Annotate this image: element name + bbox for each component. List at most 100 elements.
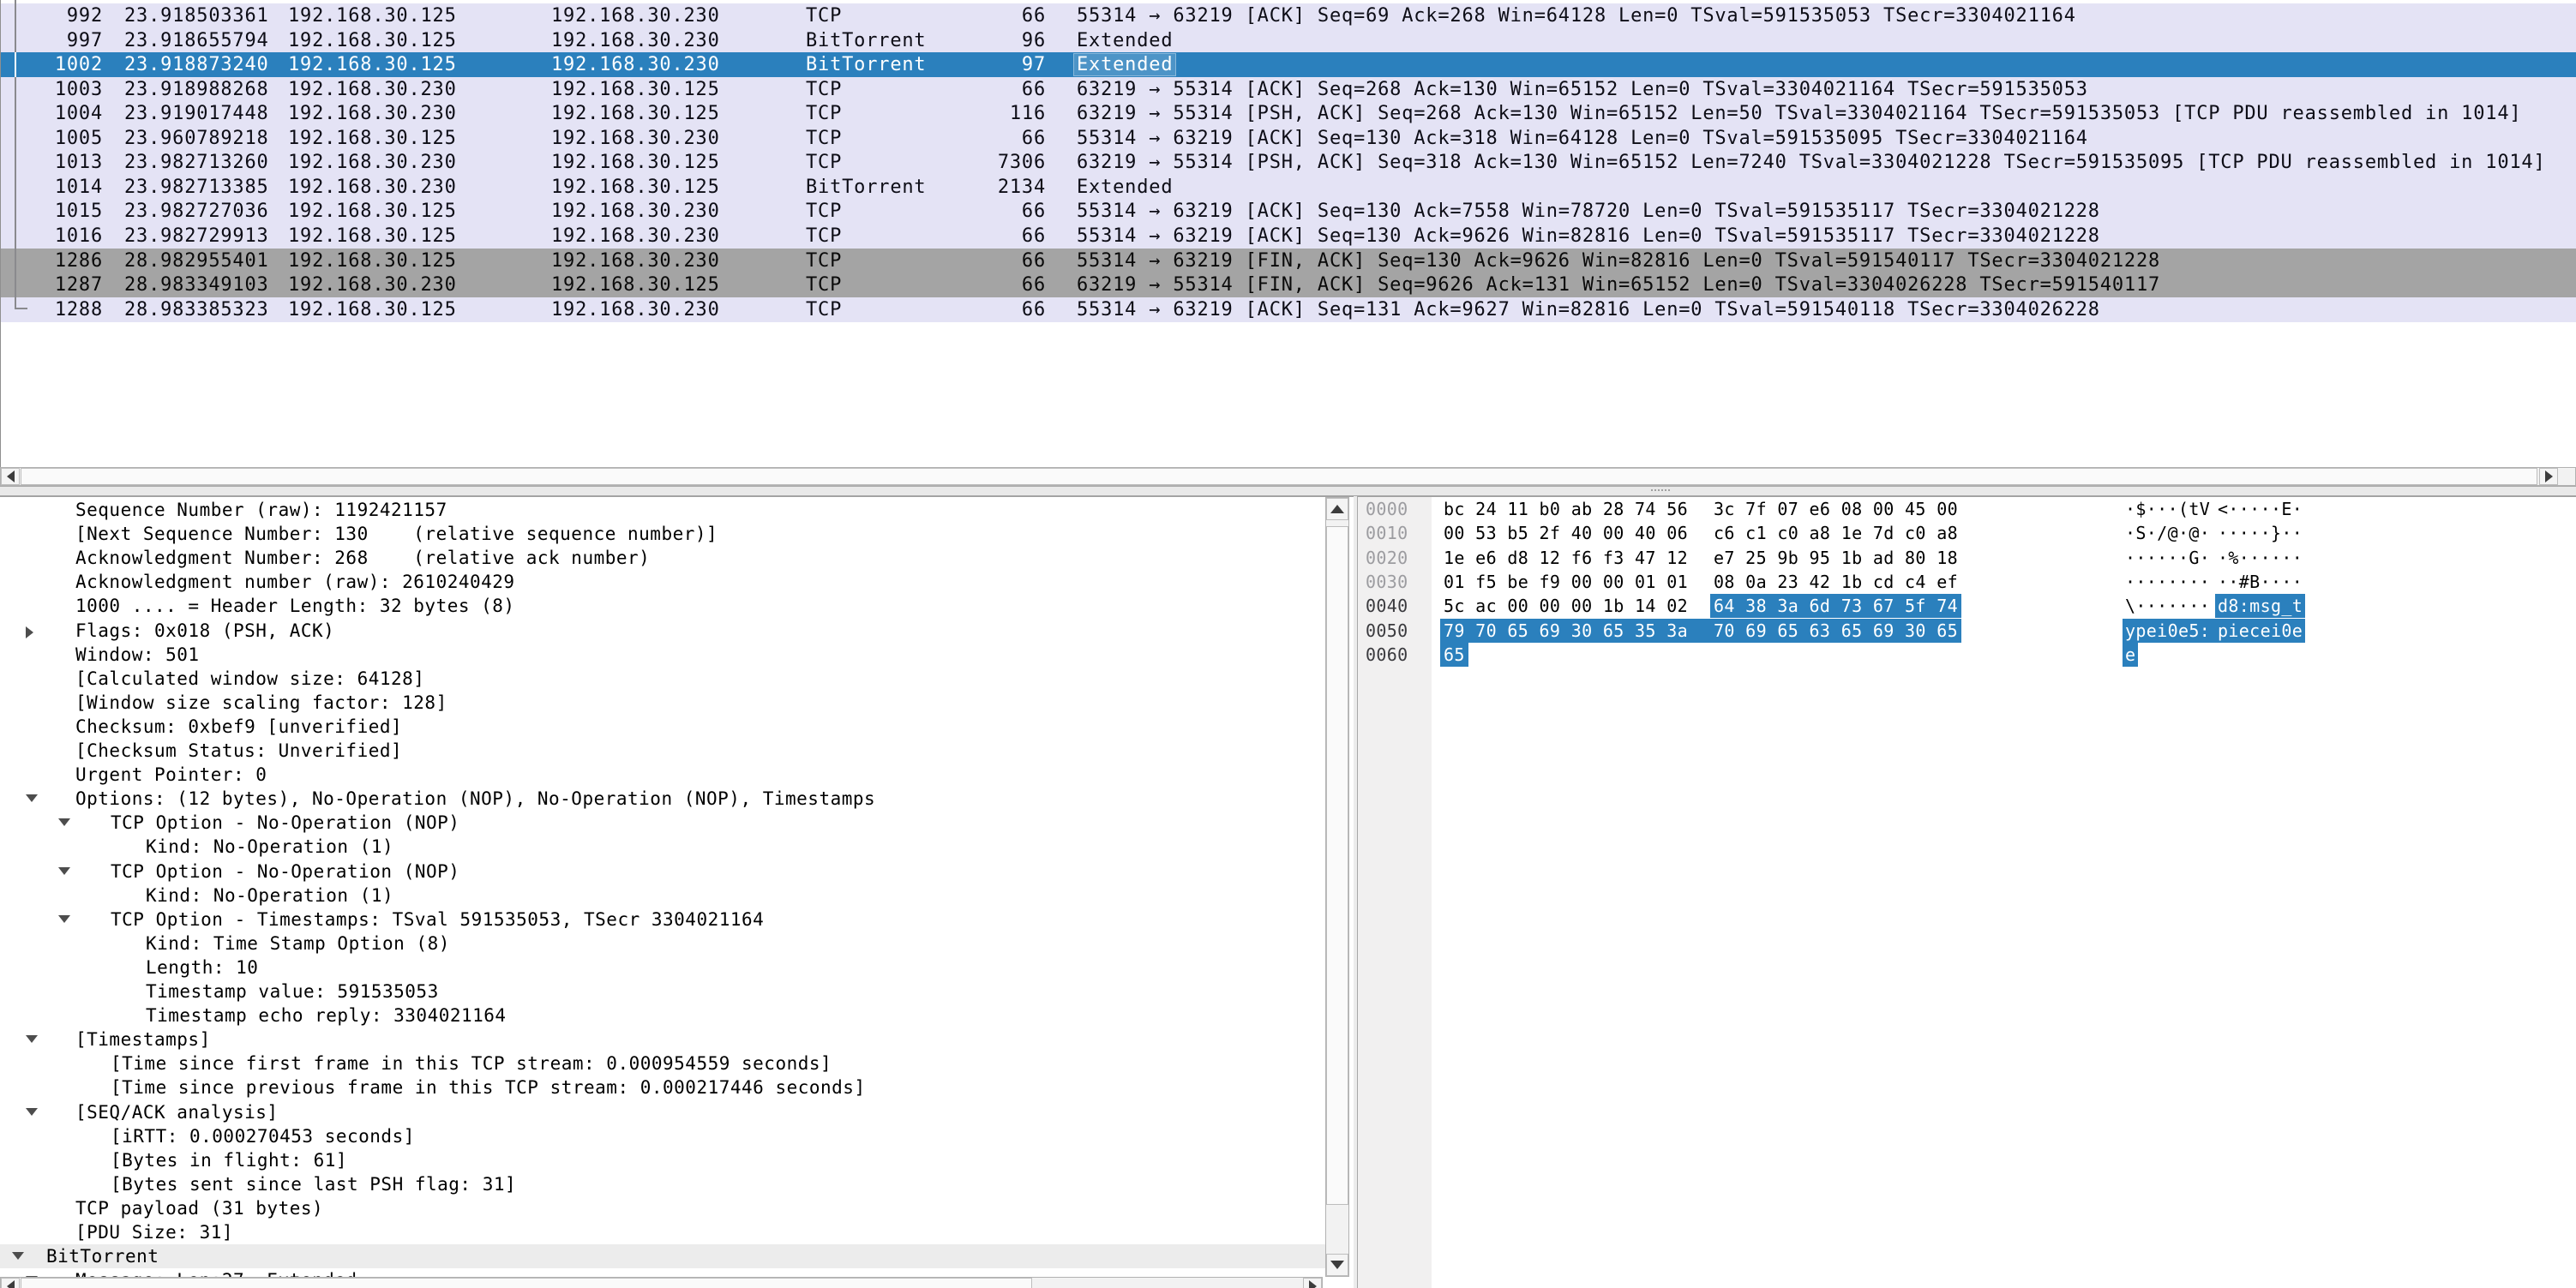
ascii-bytes[interactable]: ·$···(tV	[2125, 497, 2210, 521]
hex-row[interactable]: 003001 f5 be f9 00 00 01 0108 0a 23 42 1…	[1358, 570, 2575, 594]
expander-expanded-icon[interactable]	[26, 1108, 38, 1116]
tree-row[interactable]: TCP Option - Timestamps: TSval 591535053…	[0, 908, 1325, 932]
expander-expanded-icon[interactable]	[26, 794, 38, 802]
packet-row[interactable]: 99223.918503361192.168.30.125192.168.30.…	[1, 3, 2576, 28]
hex-bytes[interactable]: c6 c1 c0 a8 1e 7d c0 a8	[1714, 521, 1958, 545]
hex-bytes[interactable]: e7 25 9b 95 1b ad 80 18	[1714, 546, 1958, 570]
tree-row[interactable]: Urgent Pointer: 0	[0, 763, 1325, 787]
ascii-bytes[interactable]: d8:msg_t	[2218, 594, 2303, 618]
scrollbar-thumb[interactable]	[1326, 526, 1348, 1205]
details-hscrollbar[interactable]	[0, 1277, 1323, 1288]
tree-row[interactable]: [Bytes sent since last PSH flag: 31]	[0, 1172, 1325, 1196]
tree-row[interactable]: [SEQ/ACK analysis]	[0, 1100, 1325, 1124]
scrollbar-right-button[interactable]	[2539, 468, 2558, 485]
tree-row[interactable]: Acknowledgment Number: 268 (relative ack…	[0, 546, 1325, 570]
ascii-bytes[interactable]: <·····E·	[2218, 497, 2303, 521]
packet-row[interactable]: 101423.982713385192.168.30.230192.168.30…	[1, 175, 2576, 200]
pane-splitter[interactable]	[0, 486, 2576, 496]
ascii-bytes[interactable]: ··#B····	[2218, 570, 2303, 594]
ascii-bytes[interactable]: ·····}··	[2218, 521, 2303, 545]
hex-row[interactable]: 0000bc 24 11 b0 ab 28 74 563c 7f 07 e6 0…	[1358, 497, 2575, 521]
scrollbar-up-button[interactable]	[1326, 498, 1348, 520]
ascii-bytes[interactable]: ·%······	[2218, 546, 2303, 570]
tree-row[interactable]: [Time since previous frame in this TCP s…	[0, 1075, 1325, 1099]
tree-row[interactable]: Acknowledgment number (raw): 2610240429	[0, 570, 1325, 594]
hex-bytes[interactable]: 01 f5 be f9 00 00 01 01	[1444, 570, 1688, 594]
tree-row[interactable]: Sequence Number (raw): 1192421157	[0, 498, 1325, 522]
packet-row[interactable]: 100423.919017448192.168.30.230192.168.30…	[1, 101, 2576, 126]
hex-row[interactable]: 001000 53 b5 2f 40 00 40 06c6 c1 c0 a8 1…	[1358, 521, 2575, 545]
ascii-bytes[interactable]: piecei0e	[2218, 619, 2303, 643]
packet-list-hscrollbar[interactable]	[0, 467, 2576, 486]
hex-bytes[interactable]: 5c ac 00 00 00 1b 14 02	[1444, 594, 1688, 618]
tree-row-selected[interactable]: BitTorrent	[0, 1244, 1325, 1268]
tree-row[interactable]: [Calculated window size: 64128]	[0, 667, 1325, 691]
hex-bytes[interactable]: 64 38 3a 6d 73 67 5f 74	[1714, 594, 1958, 618]
hex-bytes[interactable]: 3c 7f 07 e6 08 00 45 00	[1714, 497, 1958, 521]
hex-bytes[interactable]: 65	[1444, 643, 1465, 667]
ascii-bytes[interactable]: e	[2125, 643, 2135, 667]
expander-expanded-icon[interactable]	[58, 915, 70, 923]
tree-row-label: [SEQ/ACK analysis]	[75, 1100, 279, 1124]
tree-row[interactable]: Window: 501	[0, 643, 1325, 667]
expander-expanded-icon[interactable]	[26, 1035, 38, 1043]
tree-row[interactable]: [Bytes in flight: 61]	[0, 1148, 1325, 1172]
ascii-bytes[interactable]: ······G·	[2125, 546, 2210, 570]
scrollbar-left-button[interactable]	[1, 1278, 20, 1288]
tree-row[interactable]: TCP Option - No-Operation (NOP)	[0, 811, 1325, 835]
hex-row[interactable]: 00201e e6 d8 12 f6 f3 47 12e7 25 9b 95 1…	[1358, 546, 2575, 570]
tree-row[interactable]: Checksum: 0xbef9 [unverified]	[0, 715, 1325, 739]
packet-row[interactable]: 101323.982713260192.168.30.230192.168.30…	[1, 150, 2576, 175]
hex-bytes[interactable]: 70 69 65 63 65 69 30 65	[1714, 619, 1958, 643]
packet-row[interactable]: 101623.982729913192.168.30.125192.168.30…	[1, 224, 2576, 249]
ascii-bytes[interactable]: ·S·/@·@·	[2125, 521, 2210, 545]
tree-row[interactable]: TCP payload (31 bytes)	[0, 1196, 1325, 1220]
packet-row[interactable]: 100223.918873240192.168.30.125192.168.30…	[1, 52, 2576, 77]
packet-row[interactable]: 100523.960789218192.168.30.125192.168.30…	[1, 126, 2576, 151]
tree-row[interactable]: Timestamp echo reply: 3304021164	[0, 1003, 1325, 1027]
hex-row[interactable]: 005079 70 65 69 30 65 35 3a70 69 65 63 6…	[1358, 619, 2575, 643]
hex-bytes[interactable]: bc 24 11 b0 ab 28 74 56	[1444, 497, 1688, 521]
hex-bytes[interactable]: 00 53 b5 2f 40 00 40 06	[1444, 521, 1688, 545]
hex-row[interactable]: 006065e	[1358, 643, 2575, 667]
packet-row[interactable]: 128628.982955401192.168.30.125192.168.30…	[1, 249, 2576, 273]
packet-row[interactable]: 101523.982727036192.168.30.125192.168.30…	[1, 199, 2576, 224]
tree-row[interactable]: 1000 .... = Header Length: 32 bytes (8)	[0, 594, 1325, 618]
hex-bytes[interactable]: 08 0a 23 42 1b cd c4 ef	[1714, 570, 1958, 594]
tree-row[interactable]: Timestamp value: 591535053	[0, 979, 1325, 1003]
hex-bytes[interactable]: 79 70 65 69 30 65 35 3a	[1444, 619, 1688, 643]
tree-row[interactable]: Options: (12 bytes), No-Operation (NOP),…	[0, 787, 1325, 811]
tree-row[interactable]: [Window size scaling factor: 128]	[0, 691, 1325, 715]
scrollbar-down-button[interactable]	[1326, 1254, 1348, 1276]
scrollbar-right-button[interactable]	[1303, 1278, 1322, 1288]
ascii-bytes[interactable]: \·······	[2125, 594, 2210, 618]
tree-row[interactable]: Flags: 0x018 (PSH, ACK)	[0, 619, 1325, 643]
ascii-bytes[interactable]: ········	[2125, 570, 2210, 594]
tree-row[interactable]: [iRTT: 0.000270453 seconds]	[0, 1124, 1325, 1148]
tree-row[interactable]: TCP Option - No-Operation (NOP)	[0, 860, 1325, 884]
tree-row[interactable]: [Checksum Status: Unverified]	[0, 739, 1325, 763]
tree-row[interactable]: Kind: No-Operation (1)	[0, 835, 1325, 859]
expander-expanded-icon[interactable]	[58, 867, 70, 875]
details-vscrollbar[interactable]	[1325, 497, 1349, 1277]
scrollbar-thumb[interactable]	[21, 468, 2537, 485]
tree-row[interactable]: Kind: Time Stamp Option (8)	[0, 932, 1325, 956]
tree-row[interactable]: [Timestamps]	[0, 1027, 1325, 1051]
scrollbar-left-button[interactable]	[1, 468, 20, 485]
packet-row[interactable]: 100323.918988268192.168.30.230192.168.30…	[1, 77, 2576, 102]
hex-row[interactable]: 00405c ac 00 00 00 1b 14 0264 38 3a 6d 7…	[1358, 594, 2575, 618]
tree-row[interactable]: Length: 10	[0, 956, 1325, 979]
packet-row[interactable]: 128828.983385323192.168.30.125192.168.30…	[1, 297, 2576, 322]
tree-row[interactable]: [Next Sequence Number: 130 (relative seq…	[0, 522, 1325, 546]
packet-row[interactable]: 99723.918655794192.168.30.125192.168.30.…	[1, 28, 2576, 53]
expander-expanded-icon[interactable]	[58, 818, 70, 826]
tree-row[interactable]: Kind: No-Operation (1)	[0, 884, 1325, 908]
ascii-bytes[interactable]: ypei0e5:	[2125, 619, 2210, 643]
expander-collapsed-icon[interactable]	[26, 626, 33, 638]
packet-row[interactable]: 128728.983349103192.168.30.230192.168.30…	[1, 273, 2576, 297]
expander-expanded-icon[interactable]	[12, 1252, 24, 1260]
tree-row[interactable]: [Time since first frame in this TCP stre…	[0, 1051, 1325, 1075]
tree-row[interactable]: [PDU Size: 31]	[0, 1220, 1325, 1244]
hex-bytes[interactable]: 1e e6 d8 12 f6 f3 47 12	[1444, 546, 1688, 570]
scrollbar-thumb[interactable]	[21, 1278, 1032, 1288]
